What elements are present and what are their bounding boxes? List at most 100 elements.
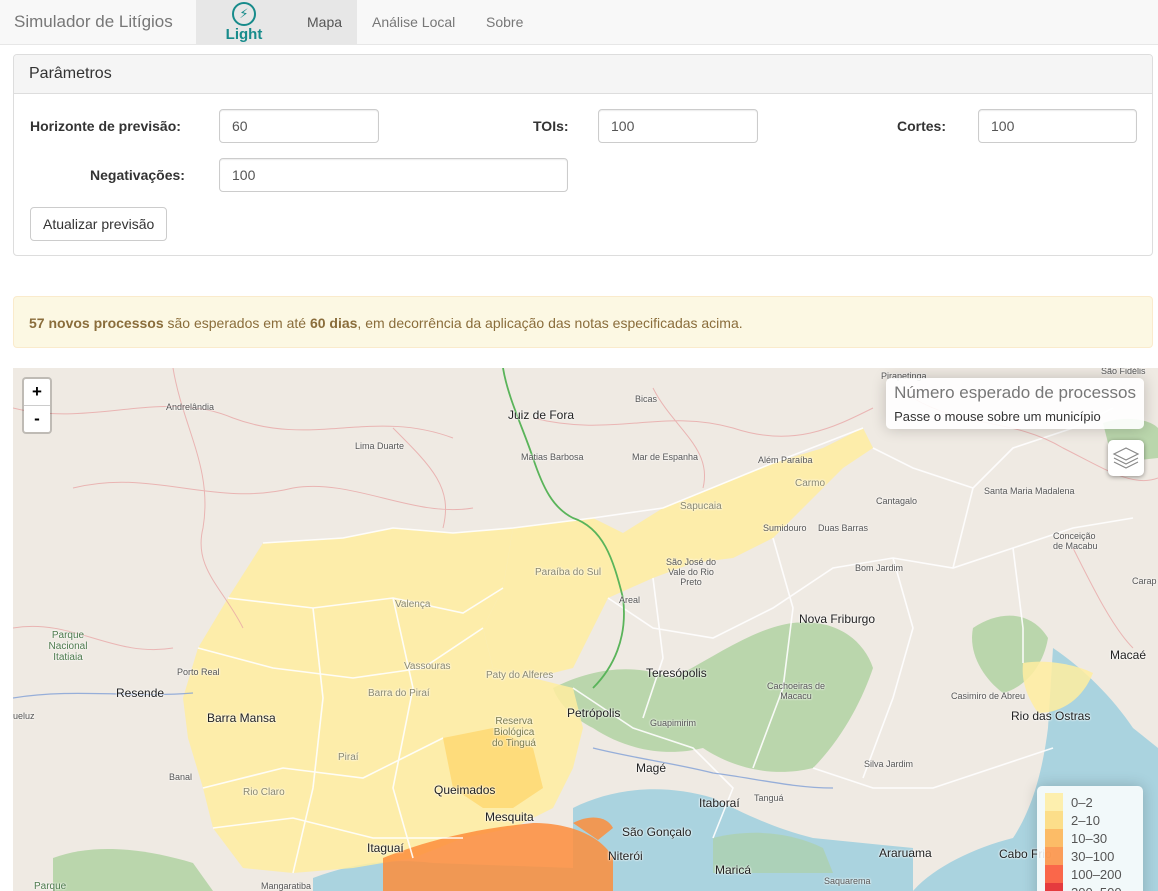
legend-row: 100–200: [1045, 865, 1143, 883]
zoom-out-button[interactable]: -: [24, 406, 50, 432]
label-paraiba-do-sul: Paraíba do Sul: [535, 567, 602, 578]
label-itaguai: Itaguaí: [367, 841, 404, 855]
legend-label: 10–30: [1071, 830, 1108, 846]
legend-label: 100–200: [1071, 866, 1122, 882]
negativacoes-input[interactable]: [219, 158, 568, 192]
label-rio-das-ostras: Rio das Ostras: [1011, 709, 1091, 723]
cortes-input[interactable]: [978, 109, 1137, 143]
choropleth-map[interactable]: Juiz de Fora Andrelândia Lima Duarte Bic…: [13, 368, 1158, 891]
label-silva-jardim: Silva Jardim: [864, 759, 914, 769]
label-rebio-tingua: Reserva Biológica do Tinguá: [492, 716, 536, 749]
legend-row: 0–2: [1045, 793, 1143, 811]
tois-input[interactable]: [598, 109, 758, 143]
legend-swatch: [1045, 883, 1063, 891]
label-alem-paraiba: Além Paraíba: [758, 455, 813, 465]
label-ueluz: ueluz: [13, 711, 35, 721]
label-macae: Macaé: [1110, 648, 1147, 662]
legend-label: 2–10: [1071, 812, 1100, 828]
legend-row: 2–10: [1045, 811, 1143, 829]
label-carmo: Carmo: [795, 478, 826, 489]
tab-mapa[interactable]: Mapa: [292, 0, 358, 45]
navbar: Simulador de Litígios ⚡ Light Mapa Análi…: [0, 0, 1158, 45]
zoom-control: + -: [22, 377, 52, 434]
map-tiles: [13, 368, 1158, 891]
legend-swatch: [1045, 793, 1063, 811]
legend-swatch: [1045, 811, 1063, 829]
label-parque: Parque: [34, 881, 67, 891]
negativacoes-label: Negativações:: [90, 167, 185, 183]
info-title: Número esperado de processos: [894, 383, 1136, 402]
label-areal: Areal: [619, 595, 641, 605]
label-conceicao-de-macabu: Conceição de Macabu: [1053, 531, 1098, 551]
label-cantagalo: Cantagalo: [876, 496, 918, 506]
label-cachoeiras-de-macacu: Cachoeiras de Macacu: [766, 681, 826, 701]
legend-label: 30–100: [1071, 848, 1115, 864]
label-saquarema: Saquarema: [824, 876, 871, 886]
label-carap: Carap: [1132, 576, 1157, 586]
label-paty-do-alferes: Paty do Alferes: [486, 670, 554, 681]
label-mar-de-espanha: Mar de Espanha: [632, 452, 699, 462]
label-itaborai: Itaboraí: [699, 796, 740, 810]
app-title[interactable]: Simulador de Litígios: [14, 12, 173, 32]
label-barra-do-pirai: Barra do Piraí: [368, 688, 430, 699]
label-juiz-de-fora: Juiz de Fora: [508, 408, 575, 422]
tab-sobre[interactable]: Sobre: [471, 0, 538, 45]
cortes-label: Cortes:: [897, 118, 947, 134]
label-porto-real: Porto Real: [177, 667, 220, 677]
days-count: 60 dias: [309, 315, 358, 331]
label-nova-friburgo: Nova Friburgo: [799, 612, 876, 626]
label-casimiro-de-abreu: Casimiro de Abreu: [951, 691, 1026, 701]
label-parque-itatiaia: Parque Nacional Itatiaia: [48, 630, 88, 663]
label-bom-jardim: Bom Jardim: [855, 563, 904, 573]
label-pirai: Piraí: [338, 752, 359, 763]
label-resende: Resende: [116, 686, 165, 700]
alert-text-2: , em decorrência da aplicação das notas …: [357, 315, 743, 331]
lightning-icon: ⚡: [232, 2, 256, 26]
legend-row: 10–30: [1045, 829, 1143, 847]
label-mangaratiba: Mangaratiba: [261, 881, 312, 891]
label-araruama: Araruama: [879, 846, 932, 860]
label-mesquita: Mesquita: [485, 810, 534, 824]
map-legend: 0–2 2–10 10–30 30–100 100–200 200–500: [1037, 786, 1143, 891]
light-logo[interactable]: ⚡ Light: [196, 0, 292, 45]
label-petropolis: Petrópolis: [567, 706, 621, 720]
zoom-in-button[interactable]: +: [24, 379, 50, 406]
label-banal: Banal: [169, 772, 193, 782]
legend-label: 0–2: [1071, 794, 1093, 810]
label-niteroi: Niterói: [608, 849, 643, 863]
label-sumidouro: Sumidouro: [763, 523, 807, 533]
label-valenca: Valença: [395, 599, 431, 610]
tab-analise-local[interactable]: Análise Local: [357, 0, 470, 45]
label-barra-mansa: Barra Mansa: [207, 711, 276, 725]
info-subtitle: Passe o mouse sobre um município: [894, 409, 1101, 424]
legend-row: 200–500: [1045, 883, 1143, 891]
panel-heading: Parâmetros: [14, 55, 1152, 94]
label-queimados: Queimados: [434, 783, 496, 797]
legend-swatch: [1045, 829, 1063, 847]
legend-swatch: [1045, 847, 1063, 865]
label-matias-barbosa: Matias Barbosa: [521, 452, 584, 462]
legend-label: 200–500: [1071, 885, 1122, 891]
legend-swatch: [1045, 865, 1063, 883]
label-guapimirim: Guapimirim: [650, 718, 697, 728]
label-rio-claro: Rio Claro: [243, 787, 285, 798]
layers-control[interactable]: [1108, 440, 1144, 476]
info-box: Número esperado de processos Passe o mou…: [886, 378, 1144, 429]
label-teresopolis: Teresópolis: [646, 666, 707, 680]
horizonte-input[interactable]: [219, 109, 379, 143]
horizonte-label: Horizonte de previsão:: [30, 118, 181, 134]
alert-text-1: são esperados em até: [167, 315, 307, 331]
prediction-alert: 57 novos processos são esperados em até …: [13, 296, 1153, 348]
parameters-panel: Parâmetros Horizonte de previsão: TOIs: …: [13, 54, 1153, 256]
label-duas-barras: Duas Barras: [818, 523, 869, 533]
legend-row: 30–100: [1045, 847, 1143, 865]
label-sapucaia: Sapucaia: [680, 501, 722, 512]
logo-text: Light: [225, 26, 263, 43]
label-tangua: Tanguá: [754, 793, 784, 803]
label-marica: Maricá: [715, 863, 752, 877]
label-sao-fidelis: São Fidélis: [1101, 368, 1146, 376]
layers-icon: [1112, 447, 1140, 469]
atualizar-previsao-button[interactable]: Atualizar previsão: [30, 207, 168, 241]
label-vassouras: Vassouras: [404, 661, 451, 672]
label-mage: Magé: [636, 761, 667, 775]
